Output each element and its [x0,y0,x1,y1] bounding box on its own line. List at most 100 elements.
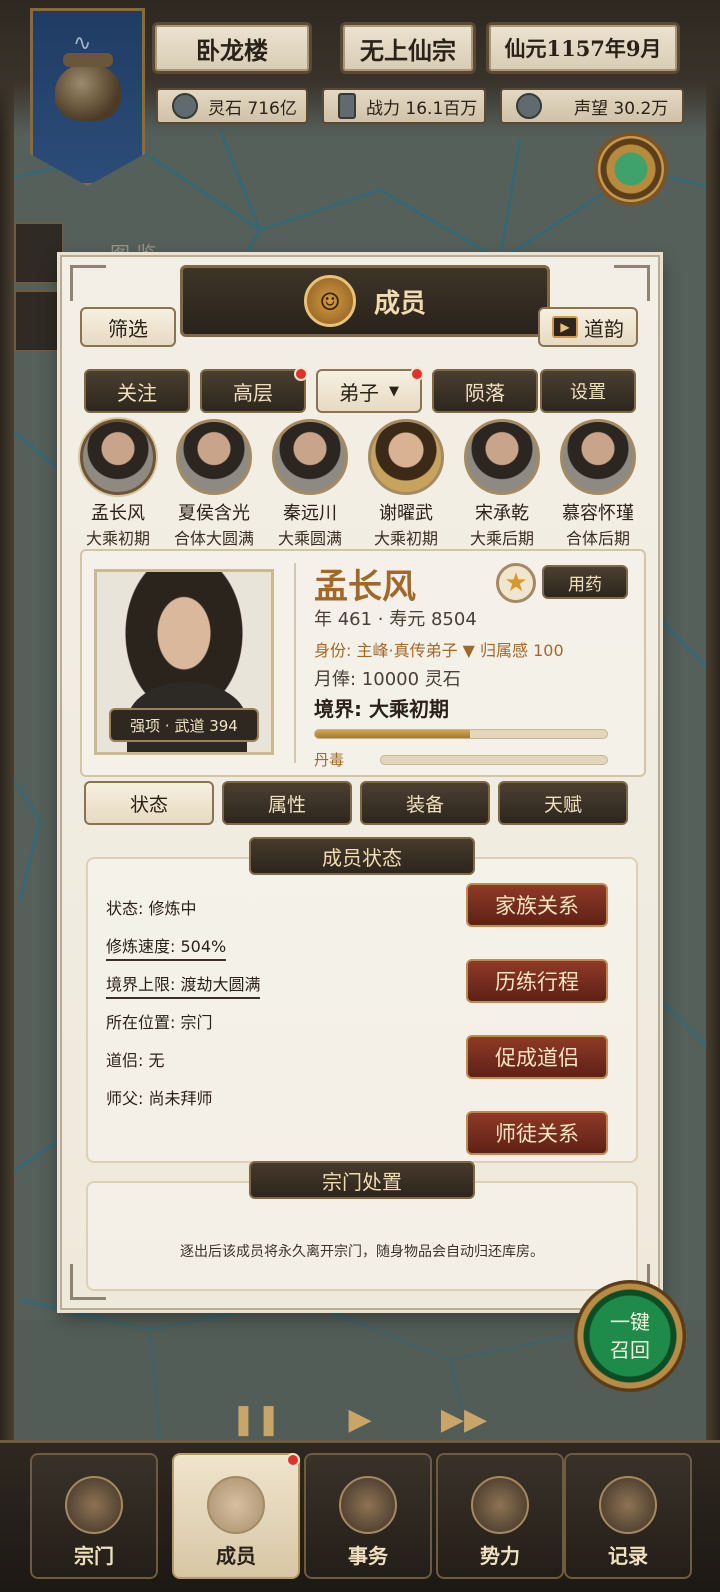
nav-sect-label: 宗门 [74,1544,114,1568]
daoyun-button[interactable]: ▶ 道韵 [538,307,638,347]
filter-label: 筛选 [108,316,148,341]
training-journey-label: 历练行程 [495,970,579,994]
member-avatar [464,419,540,495]
nav-members[interactable]: 成员 [172,1453,300,1579]
location-plaque[interactable]: 卧龙楼 [152,22,312,74]
pause-icon[interactable]: ❚❚ [231,1396,281,1442]
member-name: 孟长风 [91,503,145,524]
member-card[interactable]: 孟长风 大乘初期 [70,419,166,549]
use-medicine-button[interactable]: 用药 [542,565,628,599]
member-card[interactable]: 宋承乾 大乘后期 [454,419,550,549]
settings-gear-icon[interactable] [598,136,664,202]
recall-line1: 一键 [610,1310,650,1334]
sect-banner[interactable]: ∿ [30,8,145,186]
member-name: 夏侯含光 [178,503,250,524]
member-card[interactable]: 夏侯含光 合体大圆满 [166,419,262,549]
member-icon [207,1476,265,1534]
sect-gate-icon [65,1476,123,1534]
realm-line: 境界: 大乘初期 [314,697,449,721]
use-medicine-label: 用药 [568,574,602,595]
tab-attributes[interactable]: 属性 [222,781,352,825]
nav-records[interactable]: 记录 [564,1453,692,1579]
member-name: 宋承乾 [475,503,529,524]
corner-ornament [70,265,106,301]
tab-elders-label: 高层 [233,380,273,405]
status-row: 境界上限: 渡劫大圆满 [106,971,261,999]
training-journey-button[interactable]: 历练行程 [466,959,608,1003]
side-tab-codex[interactable] [14,222,64,284]
date-plaque: 仙元1157年9月 [486,22,680,74]
book-icon [599,1476,657,1534]
power-text: 战力 16.1百万 [366,98,478,119]
cultivation-progress-bar [314,729,608,739]
status-row: 状态: 修炼中 [106,899,197,918]
nav-forces[interactable]: 势力 [436,1453,564,1579]
sect-disposal-section: 宗门处置 逐出后该成员将永久离开宗门，随身物品会自动归还库房。 [86,1161,638,1291]
members-panel: ☺ 成员 筛选 ▶ 道韵 关注 高层 弟子 ▼ 陨落 设置 孟长风 大乘初期 夏… [60,255,660,1310]
identity-line[interactable]: 身份: 主峰·真传弟子 ▼ 归属感 100 [314,637,564,661]
daoyun-label: 道韵 [584,316,624,341]
tab-attributes-label: 属性 [267,793,306,816]
tab-status-label: 状态 [129,793,168,816]
prestige-icon [516,93,542,119]
tab-disciples-label: 弟子 [339,380,379,405]
video-icon: ▶ [552,316,578,338]
tab-talent-label: 天赋 [543,793,582,816]
member-name: 谢曜武 [379,503,433,524]
master-apprentice-button[interactable]: 师徒关系 [466,1111,608,1155]
member-emblem-icon: ☺ [303,275,356,327]
notification-dot [286,1453,300,1467]
nav-members-label: 成员 [216,1544,256,1568]
member-card[interactable]: 谢曜武 大乘初期 [358,419,454,549]
favorite-star-icon[interactable]: ★ [496,563,536,603]
side-tab-scroll[interactable] [14,290,64,352]
arrange-partner-label: 促成道侣 [495,1046,579,1070]
tab-elders[interactable]: 高层 [200,367,308,413]
age-line: 年 461 · 寿元 8504 [314,609,477,630]
recall-line2: 召回 [610,1338,650,1362]
nav-sect[interactable]: 宗门 [30,1453,158,1579]
family-relations-button[interactable]: 家族关系 [466,883,608,927]
sect-plaque[interactable]: 无上仙宗 [340,22,476,74]
panel-title: ☺ 成员 [180,265,550,337]
member-card[interactable]: 秦远川 大乘圆满 [262,419,358,549]
nav-affairs[interactable]: 事务 [304,1453,432,1579]
tab-settings-label: 设置 [570,382,606,403]
notification-dot [294,367,308,381]
member-name: 慕容怀瑾 [562,503,634,524]
member-level: 合体大圆满 [173,529,254,548]
member-name: 秦远川 [283,503,337,524]
flag-icon [471,1476,529,1534]
tab-settings[interactable]: 设置 [540,369,636,413]
section-title: 宗门处置 [249,1161,475,1199]
master-apprentice-label: 师徒关系 [495,1122,579,1146]
sword-icon [338,93,356,119]
member-portrait: 强项 · 武道 394 [94,569,274,755]
play-icon[interactable]: ▶ [337,1396,383,1442]
member-detail-name: 孟长风 [314,567,416,607]
filter-button[interactable]: 筛选 [80,307,176,347]
tab-disciples[interactable]: 弟子 ▼ [316,367,424,413]
tab-fallen[interactable]: 陨落 [432,369,538,413]
recall-all-button[interactable]: 一键 召回 [574,1280,686,1392]
tab-follow-label: 关注 [117,380,157,405]
member-card[interactable]: 慕容怀瑾 合体后期 [550,419,646,549]
nav-records-label: 记录 [608,1544,648,1568]
nav-affairs-label: 事务 [348,1544,388,1568]
salary-line: 月俸: 10000 灵石 [314,669,461,690]
family-relations-label: 家族关系 [495,894,579,918]
status-row: 道侣: 无 [106,1051,165,1070]
prestige-stat: 声望 30.2万 [500,88,684,124]
tab-follow[interactable]: 关注 [84,369,190,413]
tab-equipment[interactable]: 装备 [360,781,490,825]
left-frame [0,0,14,1592]
tab-talent[interactable]: 天赋 [498,781,628,825]
section-title: 成员状态 [249,837,475,875]
corner-ornament [614,265,650,301]
poison-label: 丹毒 [314,751,345,769]
member-level: 大乘后期 [469,529,534,548]
tab-status[interactable]: 状态 [84,781,214,825]
member-avatar [272,419,348,495]
arrange-partner-button[interactable]: 促成道侣 [466,1035,608,1079]
fast-forward-icon[interactable]: ▶▶ [441,1396,487,1442]
